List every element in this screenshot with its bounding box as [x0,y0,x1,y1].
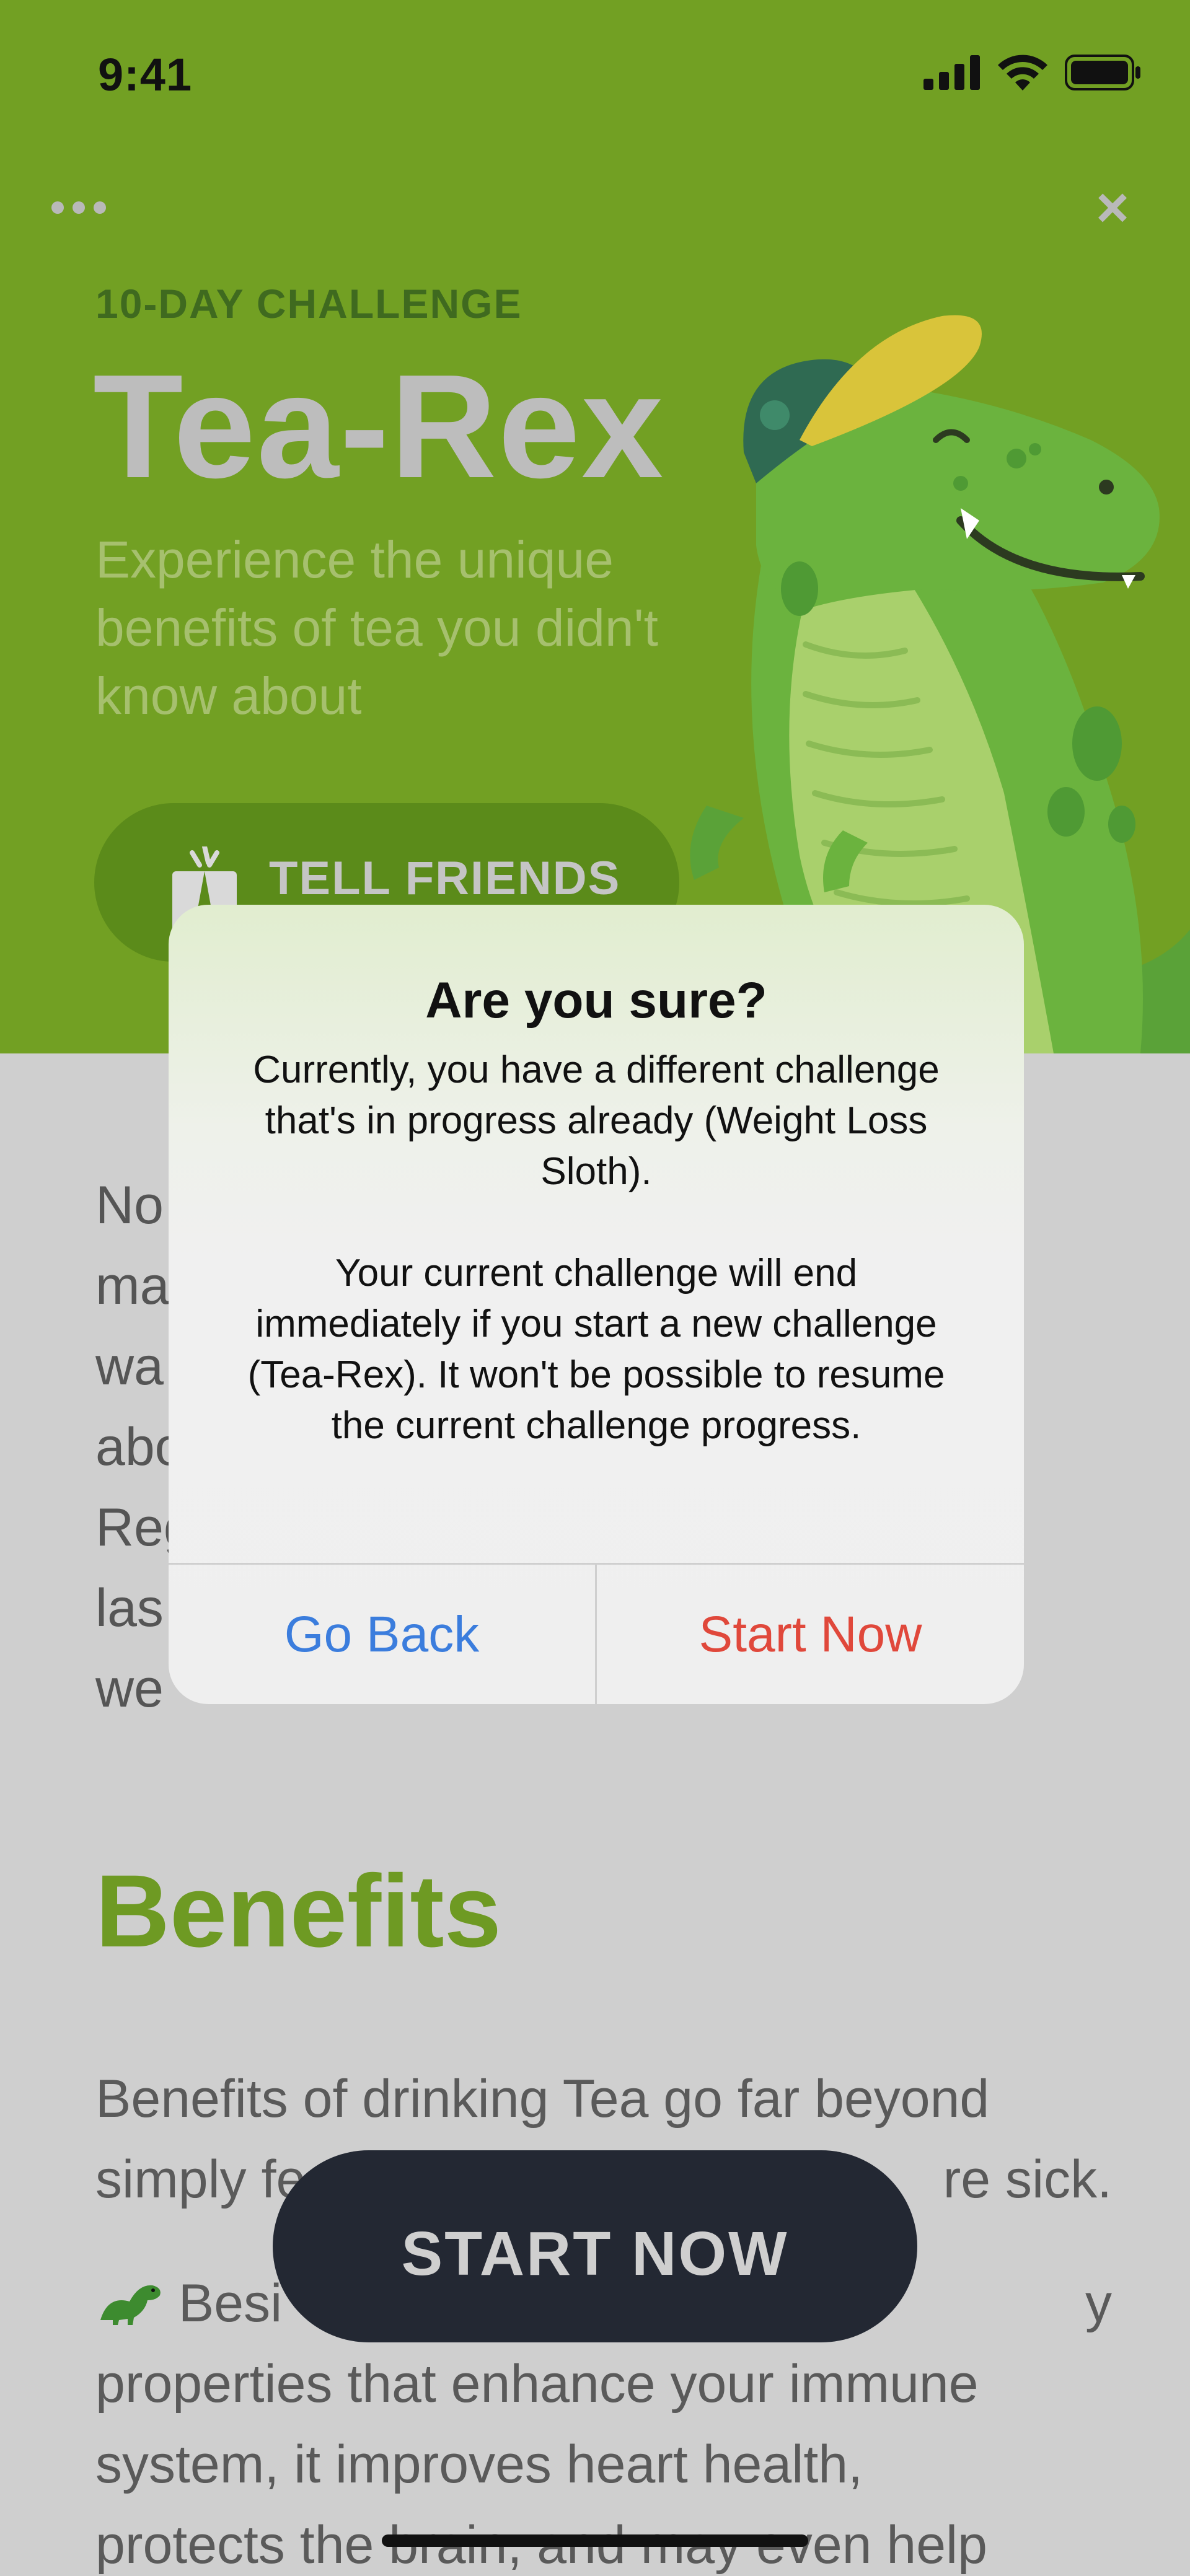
t-rex-emoji-icon [100,2285,161,2325]
alert-message: Currently, you have a different challeng… [243,1045,950,1451]
start-now-cta-label: START NOW [401,2219,789,2288]
alert-message-paragraph-1: Currently, you have a different challeng… [253,1048,940,1193]
home-indicator[interactable] [382,2534,808,2547]
benefits-heading: Benefits [95,1854,501,1969]
start-now-cta-button[interactable]: START NOW [273,2150,917,2342]
more-horizontal-icon [51,201,64,214]
start-now-button[interactable]: Start Now [597,1565,1024,1704]
battery-icon [1065,55,1140,90]
confirm-alert-dialog: Are you sure? Currently, you have a diff… [169,905,1024,1704]
alert-title: Are you sure? [425,972,767,1029]
challenge-subtitle: Experience the unique benefits of tea yo… [95,530,659,725]
tell-friends-label: TELL FRIENDS [269,852,621,905]
close-icon: × [1096,176,1129,239]
go-back-button[interactable]: Go Back [169,1565,595,1704]
status-time: 9:41 [98,49,193,100]
hero-banner: 9:41 × 10-DAY CHALLENGE Tea-Rex Experien… [0,0,1190,1053]
more-menu-button[interactable] [38,180,119,235]
challenge-title: Tea-Rex [93,345,665,509]
close-button[interactable]: × [1078,176,1147,239]
challenge-kicker: 10-DAY CHALLENGE [95,281,522,327]
alert-message-paragraph-2: Your current challenge will end immediat… [247,1252,945,1447]
wifi-icon [998,55,1047,90]
status-icons [923,55,1142,90]
challenge-screen: 9:41 × 10-DAY CHALLENGE Tea-Rex Experien… [0,0,1190,2576]
cellular-signal-icon [923,55,980,90]
